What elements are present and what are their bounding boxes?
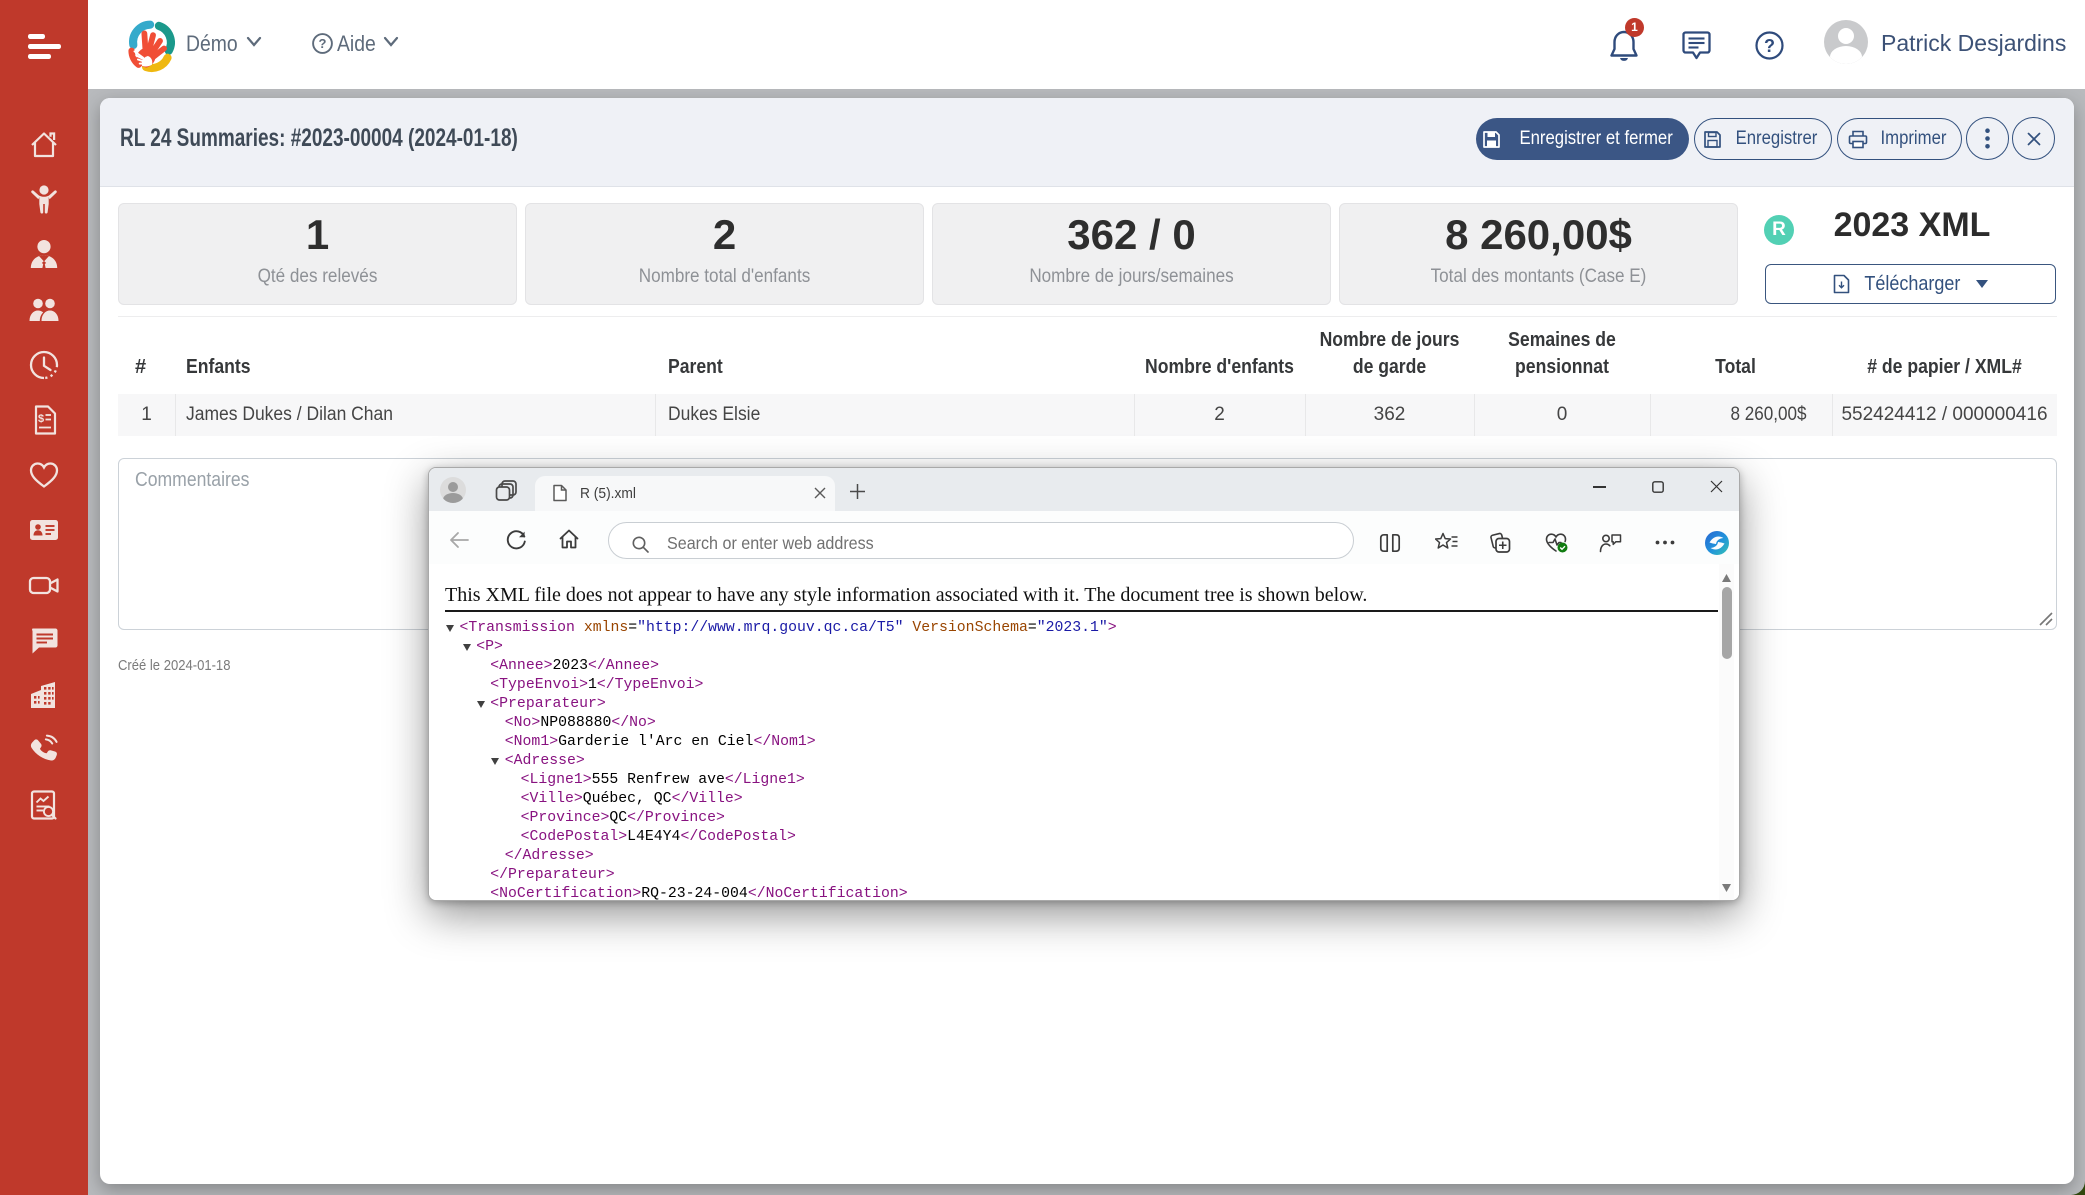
svg-text:$: $ (38, 413, 44, 425)
svg-text:?: ? (319, 36, 327, 51)
svg-text:?: ? (1764, 36, 1775, 56)
